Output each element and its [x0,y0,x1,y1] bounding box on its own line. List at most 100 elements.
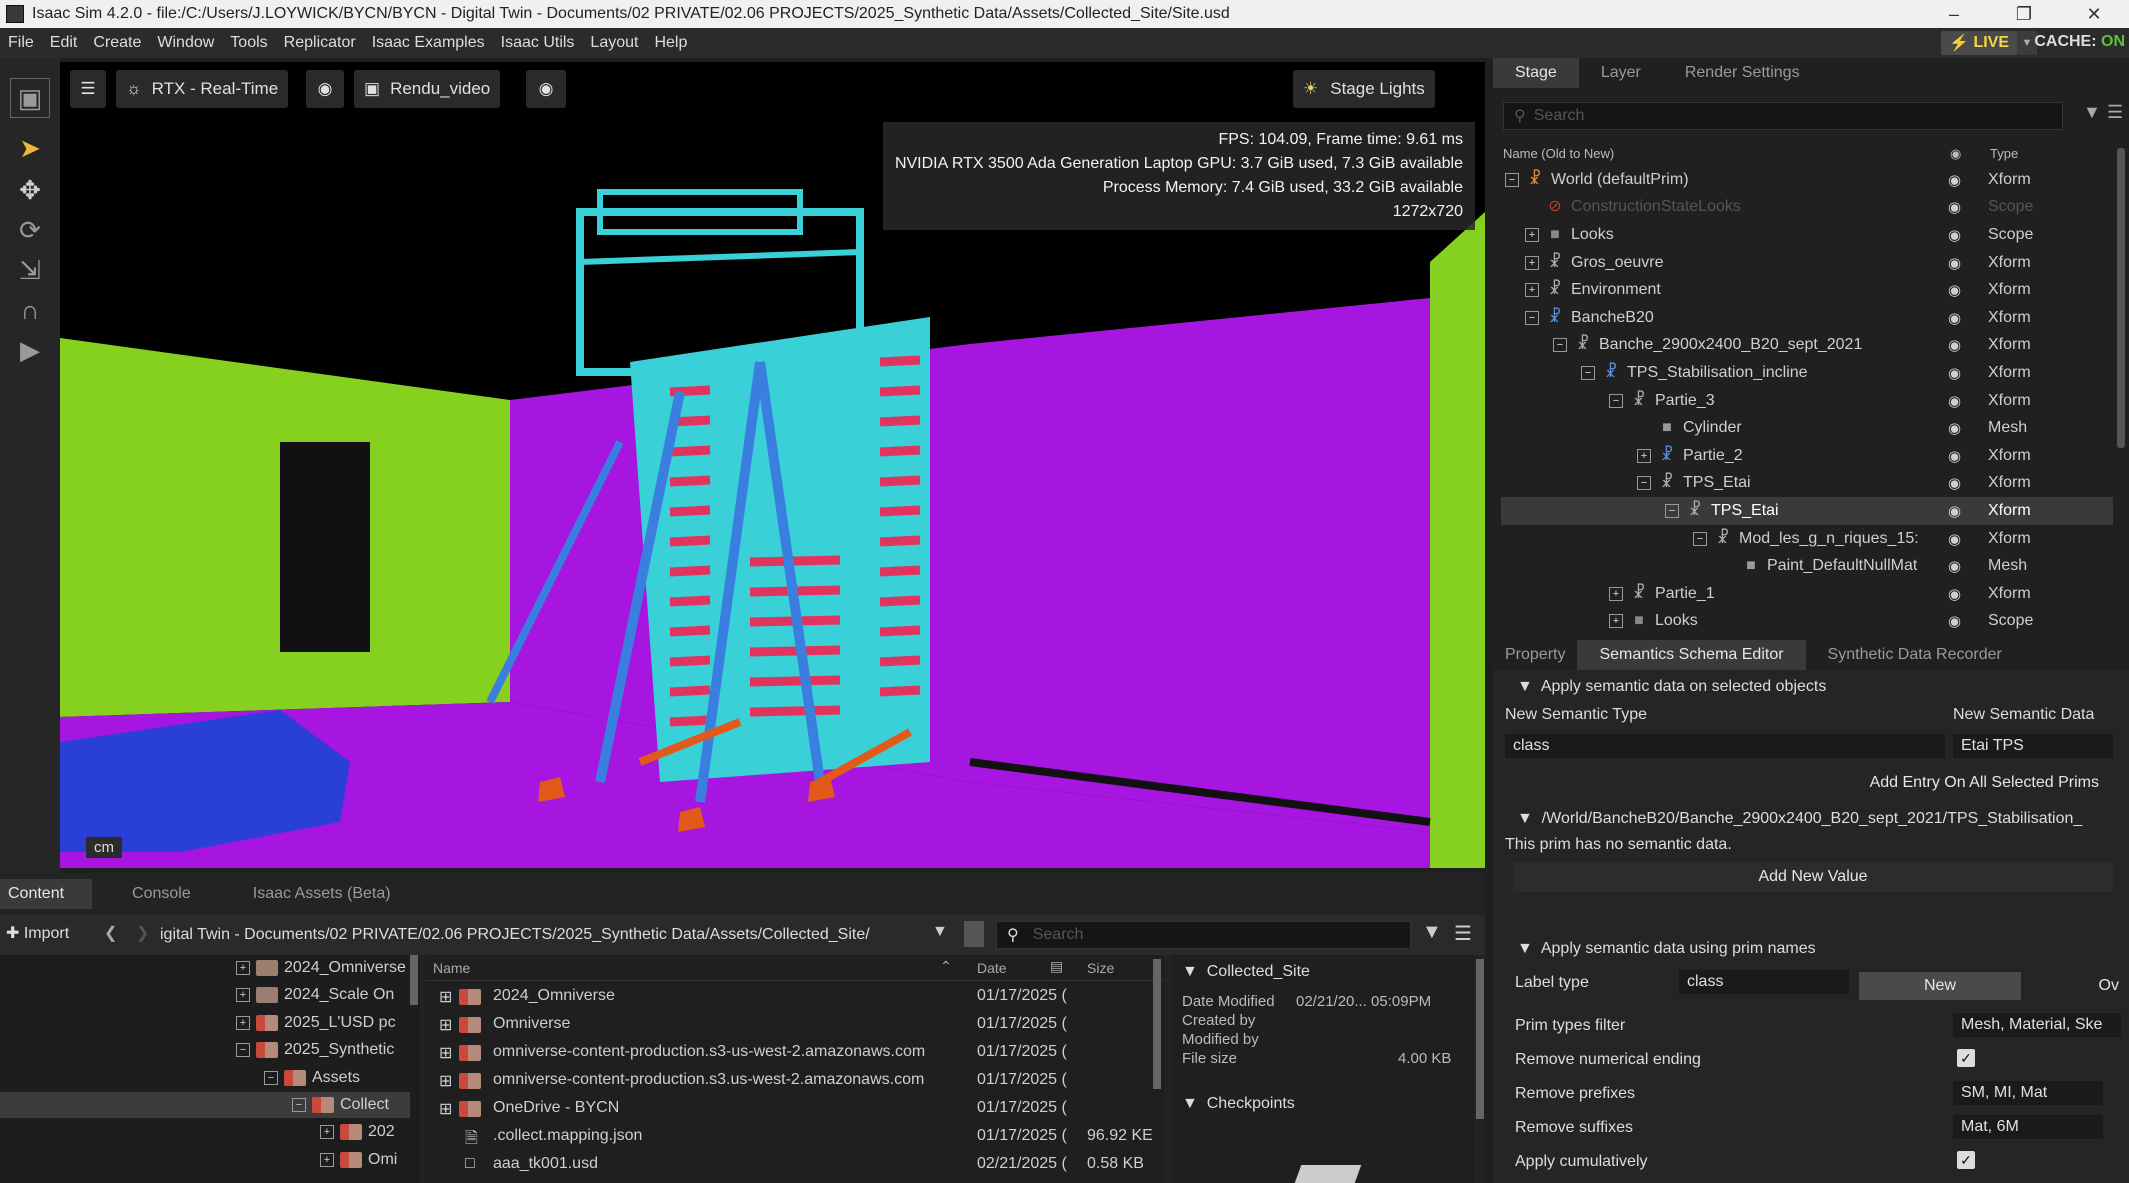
tree-row-selected[interactable]: − ☧ TPS_Etai ◉ Xform [1501,497,2113,525]
eye-icon[interactable]: ◉ [1948,171,1961,189]
live-button[interactable]: ⚡ LIVE [1941,31,2017,55]
tree-row[interactable]: + ☧ Partie_1 ◉ Xform [1501,580,2113,608]
expand-icon[interactable]: ⊞ [439,1071,452,1091]
menu-tools[interactable]: Tools [222,34,275,52]
menu-create[interactable]: Create [85,34,149,52]
col-name-header[interactable]: Name (Old to New) [1503,146,1614,161]
import-button[interactable]: ✚ Import [6,923,69,943]
col-date-header[interactable]: Date [977,960,1007,976]
stage-scrollbar[interactable] [2117,148,2125,448]
filter-icon[interactable]: ▼ [2083,102,2101,123]
details-title[interactable]: ▼ Collected_Site [1182,963,1310,981]
checkpoints-section[interactable]: ▼ Checkpoints [1182,1095,1295,1113]
list-item[interactable]: □ aaa_tk001.usd 02/21/2025 (0.58 KB [425,1151,1165,1179]
col-type-header[interactable]: Type [1990,146,2018,161]
tree-row[interactable]: ⊘ ConstructionStateLooks ◉ Scope [1501,194,2113,222]
tree-row[interactable]: + ☧ Environment ◉ Xform [1501,276,2113,304]
remove-prefixes-input[interactable]: SM, MI, Mat [1953,1081,2103,1105]
tree-row[interactable]: − ☧ Banche_2900x2400_B20_sept_2021 ◉ Xform [1501,332,2113,360]
tab-content[interactable]: Content [0,879,93,909]
tree-scrollbar[interactable] [410,955,418,1005]
tree-row[interactable]: ■ Paint_DefaultNullMat ◉ Mesh [1501,552,2113,580]
expand-icon[interactable]: + [236,1016,250,1030]
tab-console[interactable]: Console [92,879,231,909]
menu-file[interactable]: File [0,34,42,52]
tree-folder[interactable]: +2025_L'USD pc [236,1010,396,1036]
calendar-icon[interactable]: ▤ [1050,958,1063,975]
list-item[interactable]: ⊞ 2024_Omniverse 01/17/2025 ( [425,983,1165,1011]
eye-icon[interactable]: ◉ [1948,585,1961,603]
col-name-header[interactable]: Name [433,960,470,976]
tab-layer[interactable]: Layer [1579,58,1663,88]
tree-row[interactable]: + ■ Looks ◉ Scope [1501,608,2113,636]
viewport-settings-icon[interactable]: ☰ [70,70,106,108]
back-icon[interactable]: ❮ [104,923,117,943]
menu-edit[interactable]: Edit [42,34,86,52]
expand-icon[interactable]: + [236,961,250,975]
eye-icon[interactable]: ◉ [1948,336,1961,354]
eye-icon[interactable]: ◉ [1948,254,1961,272]
expand-icon[interactable]: + [236,988,250,1002]
prim-types-filter-input[interactable]: Mesh, Material, Ske [1953,1013,2121,1037]
eye-menu-icon[interactable]: ◉ [306,70,344,108]
expand-icon[interactable]: + [1525,227,1539,242]
scale-icon[interactable]: ⇲ [10,250,50,290]
options-menu-icon[interactable]: ☰ [1454,921,1472,946]
path-dropdown-icon[interactable]: ▼ [932,923,948,941]
menu-window[interactable]: Window [149,34,222,52]
broadcast-icon[interactable]: ◉ [526,70,566,108]
collapse-icon[interactable]: − [1581,365,1595,380]
tab-stage[interactable]: Stage [1493,58,1579,88]
list-item[interactable]: ⊞ Omniverse 01/17/2025 ( [425,1011,1165,1039]
list-item[interactable]: 🗎 .collect.mapping.json 01/17/2025 (96.92 … [425,1123,1165,1151]
new-button[interactable]: New [1859,972,2021,1000]
expand-icon[interactable]: + [1609,586,1623,601]
eye-icon[interactable]: ◉ [1948,530,1961,548]
menu-layout[interactable]: Layout [582,34,646,52]
tree-row[interactable]: − ☧ TPS_Etai ◉ Xform [1501,470,2113,498]
play-icon[interactable]: ▶ [10,330,50,370]
stage-lights-menu[interactable]: ☀ Stage Lights [1293,70,1435,108]
camera-menu[interactable]: ▣ Rendu_video [354,70,501,108]
apply-cumulatively-checkbox[interactable]: ✓ [1957,1151,1975,1169]
tree-row[interactable]: − ☧ Partie_3 ◉ Xform [1501,387,2113,415]
expand-icon[interactable]: ⊞ [439,1015,452,1035]
forward-icon[interactable]: ❯ [136,923,149,943]
stage-menu-icon[interactable]: ☰ [2107,102,2123,123]
expand-icon[interactable]: + [1609,614,1623,629]
tree-folder[interactable]: +2024_Omniverse [236,955,406,981]
eye-icon[interactable]: ◉ [1948,419,1961,437]
collapse-icon[interactable]: − [1553,338,1567,353]
move-icon[interactable]: ✥ [10,170,50,210]
eye-icon[interactable]: ◉ [1948,364,1961,382]
menu-replicator[interactable]: Replicator [276,34,364,52]
remove-numerical-ending-checkbox[interactable]: ✓ [1957,1049,1975,1067]
tree-row[interactable]: − ☧ BancheB20 ◉ Xform [1501,304,2113,332]
expand-icon[interactable]: + [1637,448,1651,463]
expand-icon[interactable]: + [320,1153,334,1167]
file-list-scrollbar[interactable] [1153,959,1161,1089]
eye-icon[interactable]: ◉ [1948,392,1961,410]
eye-icon[interactable]: ◉ [1948,474,1961,492]
tree-row[interactable]: + ■ Looks ◉ Scope [1501,221,2113,249]
overwrite-button[interactable]: Ov [2029,972,2119,1000]
list-item[interactable]: ⊞ OneDrive - BYCN 01/17/2025 ( [425,1095,1165,1123]
collapse-icon[interactable]: − [1525,310,1539,325]
select-arrow-icon[interactable]: ➤ [10,128,50,168]
tree-folder[interactable]: − 2025_Synthetic [236,1037,394,1063]
collapse-icon[interactable]: − [264,1071,278,1085]
tab-synthetic-data-recorder[interactable]: Synthetic Data Recorder [1806,640,2024,670]
viewport[interactable]: ☰ ☼ RTX - Real-Time ◉ ▣ Rendu_video ◉ ☀ Sta… [60,62,1485,868]
section-prim-names[interactable]: ▼ Apply semantic data using prim names [1517,940,1816,958]
tree-folder[interactable]: +202 [320,1119,395,1145]
semantic-type-input[interactable]: class [1505,734,1945,758]
renderer-menu[interactable]: ☼ RTX - Real-Time [116,70,289,108]
tab-isaac-assets[interactable]: Isaac Assets (Beta) [231,879,413,909]
col-size-header[interactable]: Size [1087,960,1114,976]
eye-icon[interactable]: ◉ [1948,198,1961,216]
tab-semantics-schema-editor[interactable]: Semantics Schema Editor [1577,640,1806,670]
collapse-icon[interactable]: − [292,1098,306,1112]
snap-icon[interactable]: ∩ [10,290,50,330]
sort-up-icon[interactable]: ⌃ [940,958,952,975]
rotate-icon[interactable]: ⟳ [10,210,50,250]
